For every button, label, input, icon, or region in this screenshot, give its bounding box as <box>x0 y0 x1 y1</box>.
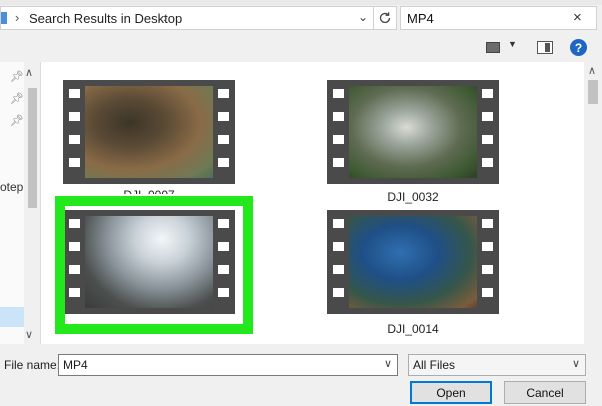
navigation-pane: 📌︎ 📌︎ 📌︎ otep ∧ ∨ <box>0 62 41 344</box>
chevron-right-icon[interactable]: › <box>163 10 167 25</box>
file-name-label: DJI_0007 <box>63 188 235 194</box>
chevron-up-icon[interactable]: ∧ <box>25 66 33 79</box>
chevron-down-icon[interactable]: ⌄ <box>358 10 368 24</box>
film-sprocket <box>482 219 493 228</box>
film-sprocket <box>218 135 229 144</box>
file-name-label: File name: <box>4 358 61 372</box>
content-scrollbar-thumb[interactable] <box>588 80 598 104</box>
film-sprocket <box>482 135 493 144</box>
close-icon[interactable]: × <box>573 9 582 26</box>
open-button[interactable]: Open <box>410 381 492 404</box>
film-sprocket <box>482 288 493 297</box>
file-name-value: MP4 <box>63 358 88 372</box>
nav-selected-item[interactable] <box>0 307 24 327</box>
view-options-icon[interactable] <box>486 42 500 53</box>
folder-icon <box>1 12 7 24</box>
file-tile[interactable]: DJI_0007 <box>63 80 235 194</box>
pin-icon[interactable]: 📌︎ <box>10 70 24 83</box>
nav-scrollbar-thumb[interactable] <box>28 88 37 208</box>
address-bar[interactable]: › Search Results in Desktop › ⌄ <box>0 6 396 30</box>
chevron-down-icon[interactable]: ∨ <box>572 357 580 370</box>
refresh-button[interactable] <box>373 6 397 30</box>
film-sprocket <box>218 112 229 121</box>
film-sprocket <box>218 158 229 167</box>
film-sprocket <box>333 288 344 297</box>
file-tile[interactable]: DJI_0014 <box>327 210 499 336</box>
film-sprocket <box>333 135 344 144</box>
film-sprocket <box>333 89 344 98</box>
video-thumbnail <box>327 80 499 184</box>
video-thumbnail <box>63 80 235 184</box>
search-input[interactable]: MP4 × <box>400 6 597 30</box>
film-sprocket <box>333 112 344 121</box>
film-sprocket <box>69 158 80 167</box>
file-type-value: All Files <box>413 358 456 372</box>
film-sprocket <box>333 265 344 274</box>
selection-highlight <box>55 196 253 334</box>
file-type-select[interactable]: All Files ∨ <box>408 354 586 376</box>
file-name-label: DJI_0014 <box>387 322 439 336</box>
chevron-down-icon[interactable]: ▼ <box>508 39 517 49</box>
content-scrollbar[interactable] <box>584 62 602 344</box>
film-sprocket <box>482 265 493 274</box>
film-sprocket <box>333 219 344 228</box>
film-sprocket <box>333 242 344 251</box>
toolbar: ▼ ? <box>0 36 602 62</box>
chevron-right-icon[interactable]: › <box>15 10 19 25</box>
film-sprocket <box>69 112 80 121</box>
preview-pane-icon[interactable] <box>537 41 553 54</box>
film-sprocket <box>482 242 493 251</box>
video-thumbnail <box>327 210 499 314</box>
chevron-down-icon[interactable]: ∨ <box>25 328 33 341</box>
pin-icon[interactable]: 📌︎ <box>10 114 24 127</box>
film-sprocket <box>482 112 493 121</box>
film-sprocket <box>333 158 344 167</box>
file-name-label: DJI_0032 <box>387 190 439 204</box>
refresh-icon <box>379 12 391 24</box>
cancel-button[interactable]: Cancel <box>504 381 586 404</box>
film-sprocket <box>482 158 493 167</box>
film-sprocket <box>482 89 493 98</box>
film-sprocket <box>69 89 80 98</box>
window-top-strip <box>0 0 602 5</box>
pin-icon[interactable]: 📌︎ <box>10 92 24 105</box>
breadcrumb[interactable]: Search Results in Desktop <box>29 11 182 26</box>
file-tile[interactable]: DJI_0032 <box>327 80 499 204</box>
chevron-down-icon[interactable]: ∨ <box>384 357 392 370</box>
nav-item-label[interactable]: otep <box>0 180 23 194</box>
search-query: MP4 <box>407 11 434 26</box>
film-sprocket <box>69 135 80 144</box>
file-name-field[interactable]: MP4 ∨ <box>58 354 398 376</box>
help-icon[interactable]: ? <box>570 39 587 56</box>
chevron-up-icon[interactable]: ∧ <box>588 64 596 77</box>
film-sprocket <box>218 89 229 98</box>
